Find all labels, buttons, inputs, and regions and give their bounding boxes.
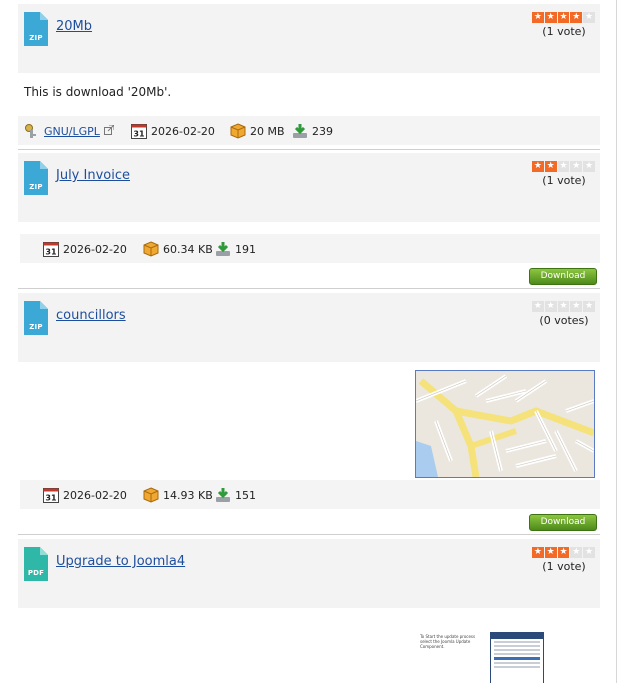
star-icon[interactable]: ★ [544, 547, 557, 558]
download-meta-row: 31 2026-02-20 60.34 KB 191 [20, 234, 600, 263]
star-icon[interactable]: ★ [532, 12, 544, 23]
downloads-value: 151 [235, 488, 256, 502]
star-icon[interactable]: ★ [557, 161, 570, 172]
item-separator [18, 149, 600, 150]
date-info: 31 2026-02-20 [43, 241, 127, 257]
date-info: 31 2026-02-20 [43, 487, 127, 503]
download-item-header: ZIP 20Mb ★ ★ ★ ★ ★ (1 vote) [18, 4, 600, 73]
star-icon[interactable]: ★ [570, 12, 583, 23]
date-value: 2026-02-20 [63, 488, 127, 502]
vote-count: (0 votes) [539, 314, 589, 327]
star-icon[interactable]: ★ [532, 161, 544, 172]
date-info: 31 2026-02-20 [131, 123, 215, 139]
item-separator [18, 288, 600, 289]
size-value: 60.34 KB [163, 242, 213, 256]
star-icon[interactable]: ★ [570, 161, 583, 172]
star-icon[interactable]: ★ [557, 12, 570, 23]
download-title-link[interactable]: July Invoice [56, 168, 130, 183]
download-count-icon [292, 123, 308, 139]
star-icon[interactable]: ★ [532, 547, 544, 558]
pdf-preview-thumbnail[interactable]: To Start the update process select the J… [420, 632, 544, 683]
download-meta-row: GNU/LGPL 31 2026-02-20 20 MB 239 [18, 116, 600, 145]
star-rating[interactable]: ★ ★ ★ ★ ★ (1 vote) [532, 547, 596, 573]
size-info: 60.34 KB [143, 241, 213, 257]
size-value: 20 MB [250, 124, 285, 138]
box-icon [143, 487, 159, 503]
zip-file-icon: ZIP [24, 161, 48, 195]
star-icon[interactable]: ★ [583, 12, 595, 23]
star-icon[interactable]: ★ [532, 301, 544, 312]
star-icon[interactable]: ★ [557, 547, 570, 558]
size-info: 14.93 KB [143, 487, 213, 503]
license-link[interactable]: GNU/LGPL [44, 125, 100, 138]
download-count-icon [215, 487, 231, 503]
download-item-header: ZIP councillors ★ ★ ★ ★ ★ (0 votes) [18, 293, 600, 362]
svg-text:31: 31 [45, 494, 57, 503]
zip-file-icon: ZIP [24, 301, 48, 335]
license-info: GNU/LGPL [24, 123, 115, 139]
star-rating[interactable]: ★ ★ ★ ★ ★ (1 vote) [532, 12, 596, 38]
box-icon [230, 123, 246, 139]
downloads-value: 239 [312, 124, 333, 138]
star-icon[interactable]: ★ [544, 12, 557, 23]
star-icon[interactable]: ★ [583, 161, 595, 172]
calendar-icon: 31 [131, 123, 147, 139]
vote-count: (1 vote) [542, 25, 586, 38]
key-icon [24, 123, 40, 139]
size-info: 20 MB [230, 123, 285, 139]
vote-count: (1 vote) [542, 174, 586, 187]
svg-text:31: 31 [133, 130, 145, 139]
star-icon[interactable]: ★ [557, 301, 570, 312]
download-button[interactable]: Download [529, 514, 597, 531]
download-description: This is download '20Mb'. [24, 85, 172, 99]
item-separator [18, 534, 600, 535]
download-title-link[interactable]: councillors [56, 308, 126, 323]
star-icon[interactable]: ★ [583, 301, 595, 312]
star-icon[interactable]: ★ [570, 547, 583, 558]
download-count-icon [215, 241, 231, 257]
star-rating[interactable]: ★ ★ ★ ★ ★ (0 votes) [532, 301, 596, 327]
date-value: 2026-02-20 [63, 242, 127, 256]
zip-file-icon: ZIP [24, 12, 48, 46]
download-title-link[interactable]: 20Mb [56, 19, 92, 34]
svg-text:31: 31 [45, 248, 57, 257]
external-link-icon[interactable] [103, 124, 115, 138]
star-icon[interactable]: ★ [570, 301, 583, 312]
downloads-info: 239 [292, 123, 333, 139]
pdf-file-icon: PDF [24, 547, 48, 581]
star-icon[interactable]: ★ [544, 301, 557, 312]
star-icon[interactable]: ★ [544, 161, 557, 172]
download-title-link[interactable]: Upgrade to Joomla4 [56, 554, 185, 569]
calendar-icon: 31 [43, 487, 59, 503]
vote-count: (1 vote) [542, 560, 586, 573]
preview-screenshot [490, 632, 544, 683]
calendar-icon: 31 [43, 241, 59, 257]
download-item-header: ZIP July Invoice ★ ★ ★ ★ ★ (1 vote) [18, 153, 600, 222]
downloads-info: 151 [215, 487, 256, 503]
preview-caption: To Start the update process select the J… [420, 634, 476, 649]
downloads-info: 191 [215, 241, 256, 257]
download-meta-row: 31 2026-02-20 14.93 KB 151 [20, 480, 600, 509]
star-rating[interactable]: ★ ★ ★ ★ ★ (1 vote) [532, 161, 596, 187]
box-icon [143, 241, 159, 257]
star-icon[interactable]: ★ [583, 547, 595, 558]
download-button[interactable]: Download [529, 268, 597, 285]
map-thumbnail-image[interactable] [415, 370, 595, 478]
downloads-value: 191 [235, 242, 256, 256]
download-item-header: PDF Upgrade to Joomla4 ★ ★ ★ ★ ★ (1 vote… [18, 539, 600, 608]
date-value: 2026-02-20 [151, 124, 215, 138]
size-value: 14.93 KB [163, 488, 213, 502]
